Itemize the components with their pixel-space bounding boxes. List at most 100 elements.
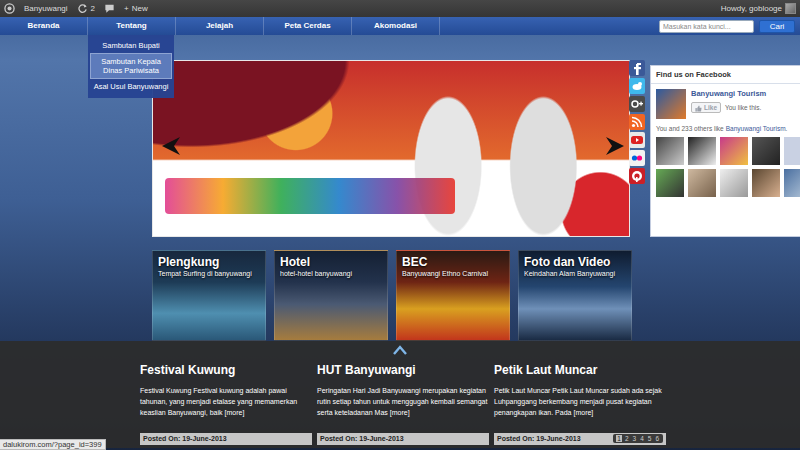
nav-label[interactable]: Akomodasi bbox=[374, 20, 417, 32]
feature-tile[interactable]: BECBanyuwangi Ethno Carnival bbox=[396, 250, 510, 341]
flickr-icon[interactable] bbox=[629, 150, 645, 166]
fan-photo[interactable] bbox=[720, 137, 748, 165]
dropdown-item[interactable]: Sambutan Kepala Dinas Pariwisata bbox=[90, 53, 172, 79]
news-title[interactable]: Festival Kuwung bbox=[140, 363, 312, 377]
fans-page-link[interactable]: Banyuwangi Tourism bbox=[726, 125, 786, 132]
search-button[interactable]: Cari bbox=[759, 20, 795, 33]
youtube-icon[interactable] bbox=[629, 132, 645, 148]
news-title[interactable]: Petik Laut Muncar bbox=[494, 363, 666, 377]
facebook-icon[interactable] bbox=[629, 60, 645, 76]
rss-icon[interactable] bbox=[629, 114, 645, 130]
news-panel: Festival Kuwung Festival Kuwung Festival … bbox=[0, 341, 800, 448]
refresh-icon bbox=[77, 3, 88, 14]
like-note: You like this. bbox=[725, 103, 761, 113]
googleplus-icon[interactable] bbox=[629, 96, 645, 112]
tile-title: Plengkung bbox=[158, 255, 260, 269]
feature-tile[interactable]: Hotelhotel-hotel banyuwangi bbox=[274, 250, 388, 341]
news-item: Festival Kuwung Festival Kuwung Festival … bbox=[140, 358, 312, 445]
social-links bbox=[629, 60, 645, 237]
fan-photo[interactable] bbox=[688, 137, 716, 165]
news-item: HUT Banyuwangi Peringatan Hari Jadi Banyu… bbox=[317, 358, 489, 445]
pinterest-icon[interactable] bbox=[629, 168, 645, 184]
more-link[interactable]: [more] bbox=[390, 409, 410, 416]
more-link[interactable]: [more] bbox=[225, 409, 245, 416]
posted-bar: Posted On: 19-June-2013 bbox=[140, 433, 312, 446]
more-link[interactable]: [more] bbox=[573, 409, 593, 416]
account-link[interactable]: Howdy, goblooge bbox=[721, 3, 796, 15]
nav-item[interactable]: Jelajah bbox=[176, 17, 264, 35]
news-excerpt: Festival Kuwung Festival kuwung adalah p… bbox=[140, 385, 312, 418]
wordpress-icon[interactable] bbox=[4, 3, 15, 14]
status-bar: dalukirom.com/?page_id=399 bbox=[0, 439, 106, 450]
search-box: Cari bbox=[659, 20, 800, 33]
page-button[interactable]: 3 bbox=[632, 435, 638, 442]
page-button[interactable]: 2 bbox=[624, 435, 630, 442]
news-excerpt: Petik Laut Muncar Petik Laut Muncar suda… bbox=[494, 385, 666, 418]
nav-label[interactable]: Peta Cerdas bbox=[284, 20, 330, 32]
tile-title: Foto dan Video bbox=[524, 255, 626, 269]
fan-photo[interactable] bbox=[688, 169, 716, 197]
nav-label[interactable]: Beranda bbox=[27, 20, 59, 32]
greeting: Howdy, goblooge bbox=[721, 3, 782, 15]
search-input[interactable] bbox=[659, 20, 754, 33]
updates-link[interactable]: 2 bbox=[77, 3, 95, 15]
posted-bar: Posted On: 19-June-2013 bbox=[317, 433, 489, 446]
page-button[interactable]: 1 bbox=[616, 435, 622, 442]
next-arrow-icon[interactable] bbox=[605, 135, 625, 157]
prev-arrow-icon[interactable] bbox=[161, 135, 181, 157]
fans-prefix: You and 233 others like bbox=[656, 125, 724, 132]
excerpt-text: Festival Kuwung Festival kuwung adalah p… bbox=[140, 387, 297, 416]
nav-item[interactable]: Akomodasi bbox=[352, 17, 440, 35]
fan-photo[interactable] bbox=[720, 169, 748, 197]
facebook-widget: Find us on Facebook Banyuwangi Tourism Lik… bbox=[650, 65, 800, 237]
tile-subtitle: Banyuwangi Ethno Carnival bbox=[402, 269, 504, 278]
fan-photo[interactable] bbox=[656, 169, 684, 197]
page-button[interactable]: 6 bbox=[654, 435, 660, 442]
fan-photo[interactable] bbox=[752, 137, 780, 165]
nav-item[interactable]: TentangSambutan BupatiSambutan Kepala Di… bbox=[88, 17, 176, 35]
site-link[interactable]: Banyuwangi bbox=[24, 3, 68, 15]
main-nav: Beranda TentangSambutan BupatiSambutan Ke… bbox=[0, 17, 800, 35]
pagination: 123456 bbox=[613, 434, 663, 443]
fan-photo[interactable] bbox=[784, 169, 800, 197]
fan-photo[interactable] bbox=[752, 169, 780, 197]
nav-label[interactable]: Tentang bbox=[116, 20, 147, 32]
fans-text: You and 233 others likeBanyuwangi Touris… bbox=[651, 122, 800, 137]
banner-band bbox=[165, 178, 455, 214]
posted-date: Posted On: 19-June-2013 bbox=[497, 434, 581, 445]
banner-slider[interactable] bbox=[152, 60, 630, 237]
feature-tile[interactable]: Foto dan VideoKeindahan Alam Banyuwangi bbox=[518, 250, 632, 341]
page-info: Banyuwangi Tourism Like You like this. bbox=[691, 89, 766, 119]
feature-tile[interactable]: PlengkungTempat Surfing di banyuwangi bbox=[152, 250, 266, 341]
page-name[interactable]: Banyuwangi Tourism bbox=[691, 89, 766, 99]
updates-count: 2 bbox=[91, 3, 95, 15]
nav-label[interactable]: Jelajah bbox=[206, 20, 233, 32]
like-button[interactable]: Like bbox=[691, 102, 721, 113]
fan-photo[interactable] bbox=[656, 137, 684, 165]
like-row: Like You like this. bbox=[691, 102, 766, 113]
collapse-toggle[interactable] bbox=[0, 344, 800, 358]
fans-suffix: . bbox=[786, 125, 788, 132]
dropdown-item[interactable]: Sambutan Bupati bbox=[90, 38, 172, 53]
nav-item[interactable]: Beranda bbox=[0, 17, 88, 35]
news-item: Petik Laut Muncar Petik Laut Muncar Petik… bbox=[494, 358, 666, 445]
news-title[interactable]: HUT Banyuwangi bbox=[317, 363, 489, 377]
comment-icon[interactable] bbox=[104, 3, 115, 14]
new-icon: + bbox=[124, 3, 129, 15]
tile-subtitle: Keindahan Alam Banyuwangi bbox=[524, 269, 626, 278]
chevron-up-icon[interactable] bbox=[393, 344, 407, 358]
new-link[interactable]: +New bbox=[124, 3, 148, 15]
nav-item[interactable]: Peta Cerdas bbox=[264, 17, 352, 35]
posted-date: Posted On: 19-June-2013 bbox=[320, 434, 404, 445]
new-label: New bbox=[132, 3, 148, 15]
twitter-icon[interactable] bbox=[629, 78, 645, 94]
admin-bar-right: Howdy, goblooge bbox=[721, 0, 796, 17]
tile-subtitle: hotel-hotel banyuwangi bbox=[280, 269, 382, 278]
news-excerpt: Peringatan Hari Jadi Banyuwangi merupaka… bbox=[317, 385, 489, 418]
page-logo[interactable] bbox=[656, 89, 686, 119]
page-button[interactable]: 4 bbox=[639, 435, 645, 442]
widget-title: Find us on Facebook bbox=[651, 66, 800, 84]
dropdown-item[interactable]: Asal Usul Banyuwangi bbox=[90, 79, 172, 94]
page-button[interactable]: 5 bbox=[647, 435, 653, 442]
fan-photo[interactable] bbox=[784, 137, 800, 165]
